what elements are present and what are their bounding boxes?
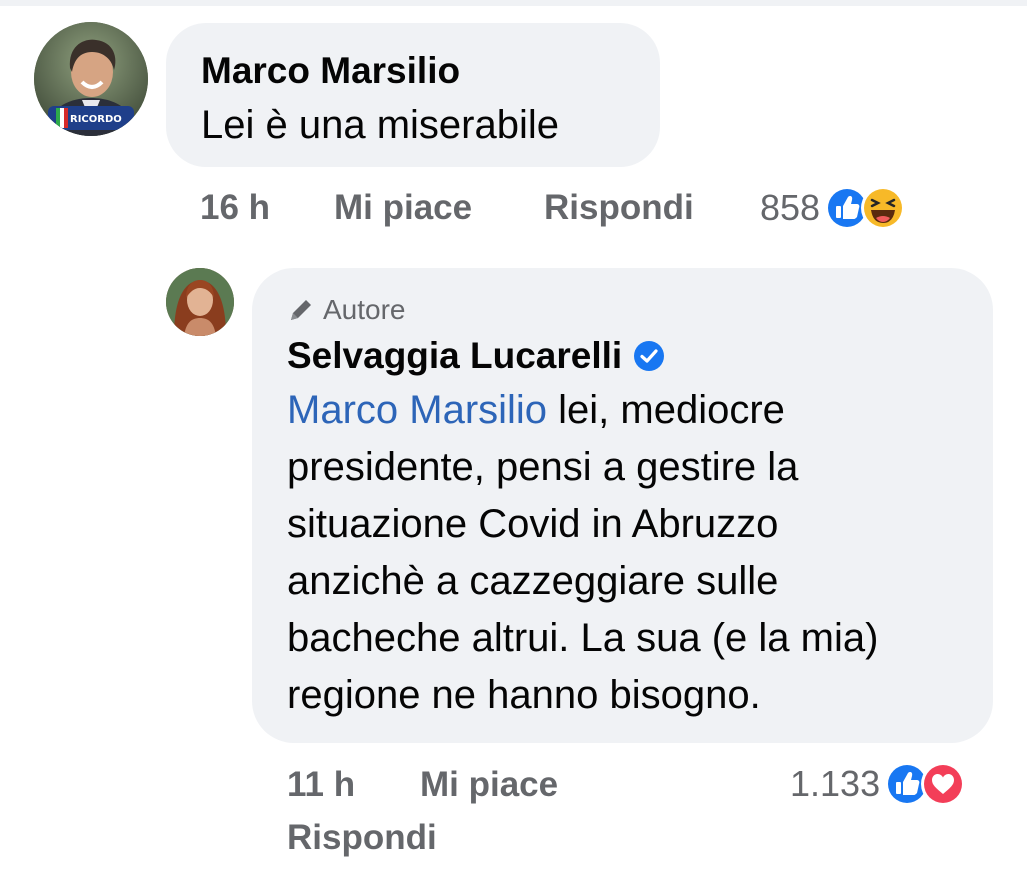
comment-timestamp[interactable]: 11 h xyxy=(287,765,355,805)
author-badge-label: Autore xyxy=(323,294,406,325)
reply-button[interactable]: Rispondi xyxy=(287,818,437,858)
comment-text-line: regione ne hanno bisogno. xyxy=(287,673,761,717)
author-badge: Autore xyxy=(287,292,406,328)
comment-text-line: lei, mediocre xyxy=(547,388,785,432)
reactions-summary[interactable]: 1.133 xyxy=(790,760,966,808)
comment-text: Marco Marsilio lei, mediocre presidente,… xyxy=(287,382,977,724)
svg-text:RICORDO: RICORDO xyxy=(70,114,122,125)
comment-bubble-1: Marco Marsilio Lei è una miserabile xyxy=(166,23,660,167)
author-name-text: Selvaggia Lucarelli xyxy=(287,335,623,376)
comment-text: Lei è una miserabile xyxy=(201,103,559,147)
top-divider xyxy=(0,0,1027,6)
reaction-count: 858 xyxy=(760,187,821,228)
comment-text-line: presidente, pensi a gestire la xyxy=(287,445,799,489)
comment-text-line: anzichè a cazzeggiare sulle xyxy=(287,559,779,603)
comment-author-name[interactable]: Selvaggia Lucarelli xyxy=(287,334,666,378)
reactions-summary[interactable]: 858 xyxy=(760,184,906,232)
mention-link[interactable]: Marco Marsilio xyxy=(287,388,547,432)
avatar-selvaggia-lucarelli[interactable] xyxy=(166,268,234,336)
reply-button[interactable]: Rispondi xyxy=(544,188,694,228)
verified-badge-icon xyxy=(632,339,666,373)
comment-bubble-2: Autore Selvaggia Lucarelli Marco Marsili… xyxy=(252,268,993,743)
avatar-marco-marsilio[interactable]: RICORDO xyxy=(34,22,148,136)
like-button[interactable]: Mi piace xyxy=(334,188,472,228)
haha-icon xyxy=(860,185,906,231)
comment-thread: RICORDO Marco Marsilio Lei è una miserab… xyxy=(0,0,1027,870)
love-icon xyxy=(920,761,966,807)
reaction-count: 1.133 xyxy=(790,763,881,804)
comment-author-name[interactable]: Marco Marsilio xyxy=(201,49,460,93)
comment-timestamp[interactable]: 16 h xyxy=(200,188,270,228)
comment-text-line: bacheche altrui. La sua (e la mia) xyxy=(287,616,879,660)
comment-text-line: situazione Covid in Abruzzo xyxy=(287,502,779,546)
like-button[interactable]: Mi piace xyxy=(420,765,558,805)
pencil-icon xyxy=(287,296,315,324)
